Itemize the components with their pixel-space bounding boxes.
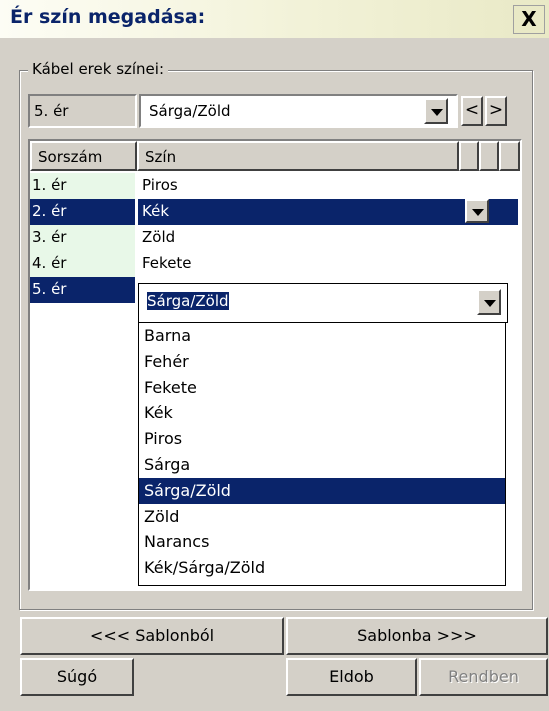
- row-number: 5. ér: [30, 277, 135, 303]
- active-color-value: Sárga/Zöld: [146, 291, 230, 311]
- group-label: Kábel erek színei:: [28, 60, 169, 78]
- title-bar: Ér szín megadása: X: [0, 0, 549, 38]
- row-color: Zöld: [142, 228, 176, 246]
- from-template-button[interactable]: <<< Sablonból: [20, 617, 284, 655]
- table-row[interactable]: 3. ér Zöld: [30, 225, 520, 251]
- current-color-dropdown-button[interactable]: [424, 98, 448, 124]
- column-header-number[interactable]: Sorszám: [30, 141, 137, 171]
- row-number: 1. ér: [30, 173, 135, 199]
- table-row[interactable]: 4. ér Fekete: [30, 251, 520, 277]
- row-color: Kék: [138, 199, 518, 225]
- row-number: 4. ér: [30, 251, 135, 277]
- dropdown-option[interactable]: Zöld: [139, 504, 505, 530]
- color-dropdown-list[interactable]: Barna Fehér Fekete Kék Piros Sárga Sárga…: [138, 322, 506, 586]
- next-wire-button[interactable]: >: [485, 96, 507, 126]
- current-color-combo[interactable]: Sárga/Zöld: [139, 94, 458, 128]
- row-number: 3. ér: [30, 225, 135, 251]
- active-color-dropdown-button[interactable]: [477, 289, 501, 315]
- current-wire-field: 5. ér: [28, 94, 137, 128]
- dropdown-option-selected[interactable]: Sárga/Zöld: [139, 477, 505, 504]
- dropdown-option[interactable]: Narancs: [139, 529, 505, 555]
- row-color: Piros: [142, 176, 178, 194]
- help-button[interactable]: Súgó: [20, 658, 134, 696]
- dropdown-option[interactable]: Barna: [139, 323, 505, 349]
- to-template-button[interactable]: Sablonba >>>: [286, 617, 548, 655]
- window-title: Ér szín megadása:: [10, 6, 206, 28]
- current-color-value: Sárga/Zöld: [149, 102, 231, 120]
- dropdown-option[interactable]: Fehér: [139, 349, 505, 375]
- dropdown-option[interactable]: Fekete: [139, 375, 505, 401]
- dropdown-option[interactable]: Kék: [139, 400, 505, 426]
- row-color: Fekete: [142, 254, 192, 272]
- discard-button[interactable]: Eldob: [286, 658, 417, 696]
- dropdown-option[interactable]: Sárga: [139, 452, 505, 478]
- chevron-down-icon: [431, 109, 443, 116]
- column-header-empty-3: [499, 141, 520, 171]
- dropdown-option[interactable]: Kék/Sárga/Zöld: [139, 555, 505, 581]
- column-header-color[interactable]: Szín: [137, 141, 459, 171]
- ok-button[interactable]: Rendben: [419, 658, 548, 696]
- active-color-combo[interactable]: Sárga/Zöld: [138, 283, 508, 323]
- active-color-text: Sárga/Zöld: [146, 291, 230, 311]
- column-header-empty-2: [479, 141, 499, 171]
- chevron-down-icon: [484, 300, 496, 307]
- dropdown-option[interactable]: Piros: [139, 426, 505, 452]
- row-color-dropdown-button[interactable]: [465, 199, 489, 223]
- table-row[interactable]: 1. ér Piros: [30, 173, 520, 199]
- prev-wire-button[interactable]: <: [461, 96, 483, 126]
- row-number: 2. ér: [30, 199, 135, 225]
- close-button[interactable]: X: [513, 5, 545, 34]
- column-header-empty-1: [459, 141, 479, 171]
- table-row[interactable]: 2. ér Kék: [30, 199, 520, 225]
- chevron-down-icon: [472, 209, 484, 216]
